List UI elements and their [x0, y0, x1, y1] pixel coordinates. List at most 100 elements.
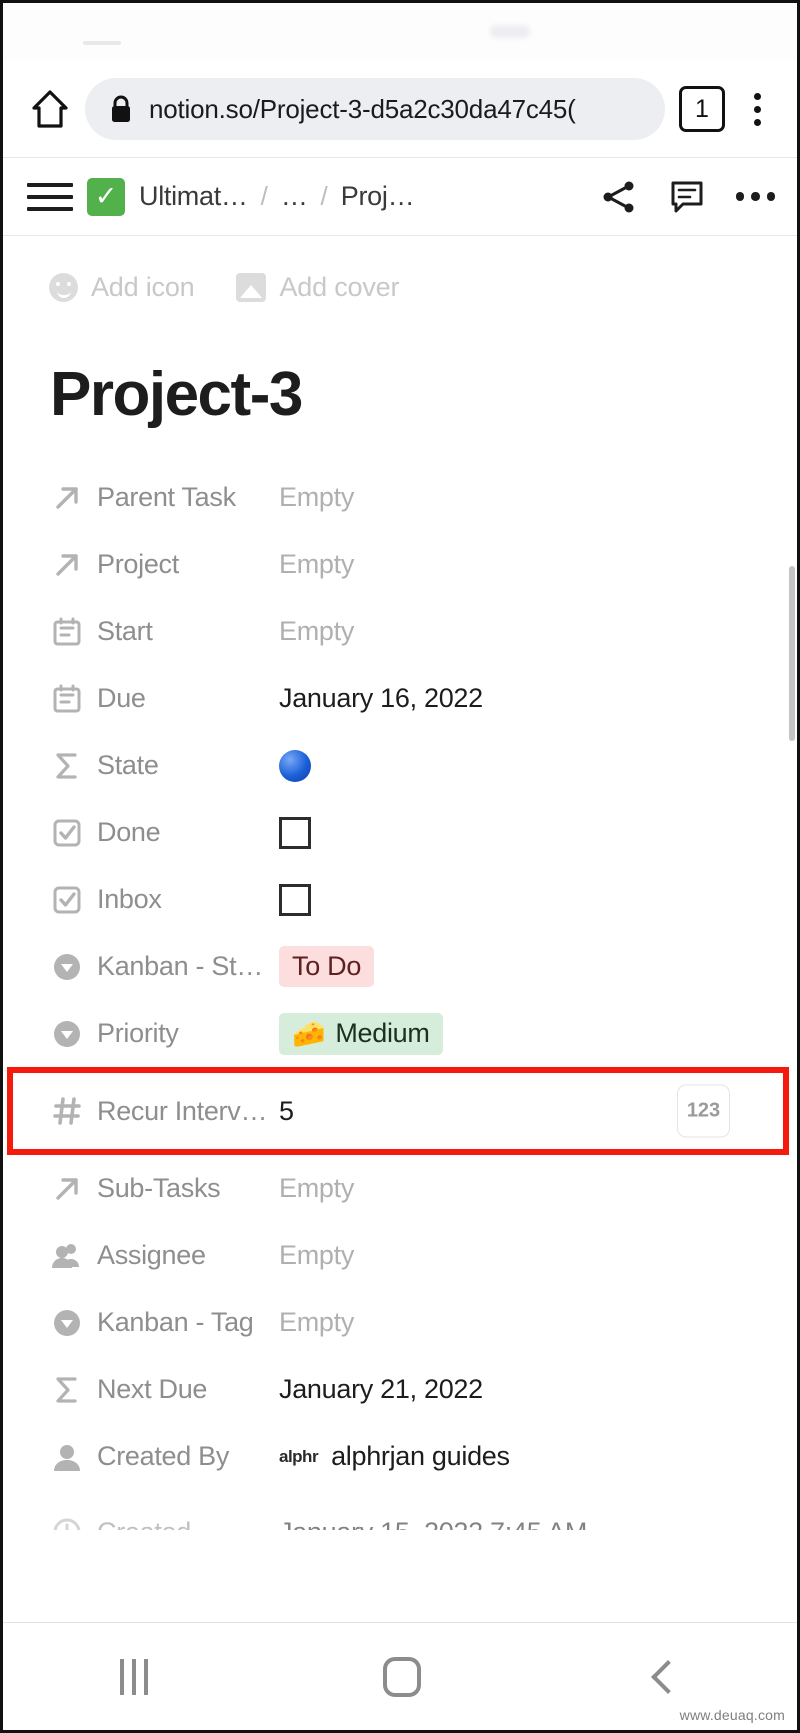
property-row-sub-tasks[interactable]: Sub-Tasks Empty: [3, 1155, 797, 1222]
property-label: Recur Interv…: [97, 1095, 268, 1126]
person-icon: [51, 1437, 97, 1477]
done-checkbox[interactable]: [279, 816, 311, 849]
priority-label: Medium: [335, 1018, 430, 1048]
comment-icon[interactable]: [668, 178, 706, 216]
back-button-icon[interactable]: [650, 1659, 685, 1694]
number-hash-icon: [51, 1091, 97, 1131]
property-value[interactable]: Empty: [279, 616, 797, 647]
formula-sigma-icon: [51, 1370, 97, 1410]
breadcrumb: Ultimat… / … / Proj…: [139, 181, 570, 212]
url-omnibox[interactable]: notion.so/Project-3-d5a2c30da47c45(: [85, 78, 665, 140]
workspace-check-icon[interactable]: ✓: [87, 177, 125, 216]
clock-icon: [51, 1512, 97, 1530]
breadcrumb-item-1[interactable]: …: [281, 181, 308, 212]
property-row-state[interactable]: State: [3, 732, 797, 799]
property-label: Next Due: [97, 1374, 208, 1404]
formula-sigma-icon: [51, 746, 97, 786]
relation-arrow-icon: [51, 478, 97, 518]
property-row-assignee[interactable]: Assignee Empty: [3, 1222, 797, 1289]
property-value[interactable]: [279, 749, 797, 782]
property-row-project[interactable]: Project Empty: [3, 531, 797, 598]
image-icon: [236, 273, 267, 302]
number-format-badge[interactable]: 123: [677, 1084, 730, 1138]
recent-apps-icon[interactable]: [120, 1658, 149, 1695]
more-options-icon[interactable]: [735, 192, 775, 201]
status-bar-left-blur: [83, 41, 121, 45]
property-row-next-due[interactable]: Next Due January 21, 2022: [3, 1356, 797, 1423]
property-row-done[interactable]: Done: [3, 799, 797, 866]
property-value[interactable]: Empty: [279, 1173, 797, 1204]
calendar-icon: [51, 612, 97, 652]
property-label: Kanban - Tag: [97, 1307, 254, 1337]
property-label: Parent Task: [97, 482, 236, 512]
watermark: www.deuaq.com: [679, 1707, 785, 1723]
property-label: Kanban - St…: [97, 951, 263, 981]
property-row-recur-interval[interactable]: Recur Interv… 5 123: [7, 1067, 789, 1155]
property-label: Start: [97, 616, 153, 646]
breadcrumb-separator: /: [260, 181, 268, 211]
home-button-icon[interactable]: [382, 1656, 421, 1697]
page-title[interactable]: Project-3: [3, 303, 797, 430]
property-value[interactable]: January 15, 2022 7:45 AM: [279, 1517, 797, 1531]
property-row-parent-task[interactable]: Parent Task Empty: [3, 464, 797, 531]
page-meta-actions: Add icon Add cover: [3, 236, 797, 303]
add-icon-button[interactable]: Add icon: [49, 272, 195, 303]
property-label: Project: [97, 549, 179, 579]
toolbar-actions: [570, 178, 775, 216]
property-value[interactable]: Empty: [279, 549, 797, 580]
hamburger-icon[interactable]: [21, 182, 73, 211]
property-row-created-by[interactable]: Created By alphr alphrjan guides: [3, 1423, 797, 1490]
select-chevron-icon: [51, 947, 97, 987]
calendar-icon: [51, 679, 97, 719]
property-row-created[interactable]: Created January 15, 2022 7:45 AM: [3, 1490, 797, 1530]
property-row-due[interactable]: Due January 16, 2022: [3, 665, 797, 732]
breadcrumb-item-0[interactable]: Ultimat…: [139, 181, 248, 212]
tab-count-button[interactable]: 1: [679, 86, 725, 132]
property-value[interactable]: January 21, 2022: [279, 1374, 797, 1405]
checkbox-property-icon: [51, 813, 97, 853]
property-label: Due: [97, 683, 146, 713]
property-label: Priority: [97, 1018, 179, 1048]
cheese-icon: 🧀: [292, 1018, 326, 1049]
inbox-checkbox[interactable]: [279, 883, 311, 916]
priority-badge: 🧀 Medium: [279, 1012, 443, 1055]
property-value[interactable]: Empty: [279, 482, 797, 513]
add-cover-button[interactable]: Add cover: [236, 272, 399, 303]
status-bar: [3, 3, 797, 61]
property-value[interactable]: Empty: [279, 1307, 797, 1338]
created-by-name: alphrjan guides: [331, 1441, 510, 1471]
notion-toolbar: ✓ Ultimat… / … / Proj…: [3, 158, 797, 236]
relation-arrow-icon: [51, 1169, 97, 1209]
property-row-inbox[interactable]: Inbox: [3, 866, 797, 933]
property-label: State: [97, 750, 159, 780]
property-label: Inbox: [97, 884, 162, 914]
property-value[interactable]: alphr alphrjan guides: [279, 1441, 797, 1472]
avatar: alphr: [279, 1446, 319, 1466]
property-row-priority[interactable]: Priority 🧀 Medium: [3, 1000, 797, 1067]
add-icon-label: Add icon: [91, 272, 195, 302]
breadcrumb-item-2[interactable]: Proj…: [341, 181, 415, 212]
property-label: Sub-Tasks: [97, 1173, 221, 1203]
home-icon[interactable]: [21, 88, 79, 130]
share-icon[interactable]: [600, 178, 638, 216]
smiley-icon: [49, 273, 78, 302]
kebab-menu-icon[interactable]: [735, 92, 779, 126]
status-bar-right-blur: [490, 25, 530, 38]
person-multi-icon: [51, 1236, 97, 1276]
property-row-start[interactable]: Start Empty: [3, 598, 797, 665]
browser-url-bar: notion.so/Project-3-d5a2c30da47c45( 1: [3, 61, 797, 158]
property-label: Done: [97, 817, 161, 847]
property-label: Created By: [97, 1441, 230, 1471]
property-row-kanban-tag[interactable]: Kanban - Tag Empty: [3, 1289, 797, 1356]
property-value[interactable]: To Do: [279, 946, 797, 987]
property-row-kanban-status[interactable]: Kanban - St… To Do: [3, 933, 797, 1000]
property-value[interactable]: Empty: [279, 1240, 797, 1271]
phone-screen: notion.so/Project-3-d5a2c30da47c45( 1 ✓ …: [0, 0, 800, 1733]
property-value[interactable]: [279, 816, 797, 849]
android-nav-bar: www.deuaq.com: [3, 1622, 797, 1730]
property-value[interactable]: January 16, 2022: [279, 683, 797, 714]
property-value[interactable]: [279, 883, 797, 916]
page-content: Add icon Add cover Project-3 Parent Task…: [3, 236, 797, 1622]
property-label: Created: [97, 1517, 279, 1531]
property-value[interactable]: 🧀 Medium: [279, 1012, 797, 1055]
